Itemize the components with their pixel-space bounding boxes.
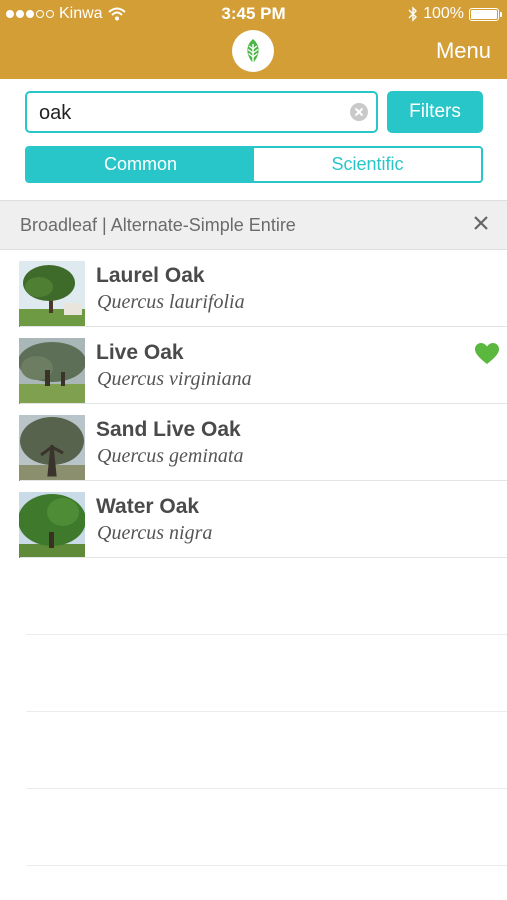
tree-thumbnail <box>19 415 85 481</box>
tree-thumbnail <box>19 338 85 404</box>
clear-search-icon[interactable] <box>350 103 368 121</box>
scientific-names-tab[interactable]: Scientific <box>254 148 481 181</box>
common-name: Live Oak <box>96 341 184 364</box>
close-icon[interactable] <box>471 213 491 233</box>
list-item[interactable]: Sand Live Oak Quercus geminata <box>0 404 507 481</box>
list-item[interactable]: Water Oak Quercus nigra <box>0 481 507 558</box>
scientific-name: Quercus laurifolia <box>97 291 245 313</box>
menu-button[interactable]: Menu <box>436 38 491 64</box>
tree-thumbnail <box>19 261 85 327</box>
bluetooth-icon <box>408 6 418 22</box>
common-names-tab[interactable]: Common <box>27 148 254 181</box>
app-header: Kinwa 3:45 PM 100% Menu <box>0 0 507 79</box>
name-type-toggle: Common Scientific <box>25 146 483 183</box>
common-name: Water Oak <box>96 495 200 518</box>
list-item[interactable]: Live Oak Quercus virginiana <box>0 327 507 404</box>
battery-percent: 100% <box>423 5 464 22</box>
leaf-icon[interactable] <box>232 30 274 72</box>
search-input[interactable] <box>37 93 341 133</box>
empty-row-divider <box>26 634 507 635</box>
active-filter-bar: Broadleaf | Alternate-Simple Entire <box>0 200 507 250</box>
list-item[interactable]: Laurel Oak Quercus laurifolia <box>0 250 507 327</box>
empty-row-divider <box>26 865 507 866</box>
empty-row-divider <box>26 711 507 712</box>
search-box[interactable] <box>25 91 378 133</box>
common-name: Sand Live Oak <box>96 418 241 441</box>
active-filter-label: Broadleaf | Alternate-Simple Entire <box>20 215 296 235</box>
search-area: Filters Common Scientific <box>0 79 507 200</box>
filters-button[interactable]: Filters <box>387 91 483 133</box>
scientific-name: Quercus nigra <box>97 522 213 544</box>
scientific-name: Quercus virginiana <box>97 368 252 390</box>
empty-row-divider <box>26 788 507 789</box>
scientific-name: Quercus geminata <box>97 445 244 467</box>
tree-thumbnail <box>19 492 85 558</box>
favorite-heart-icon[interactable] <box>475 343 499 365</box>
status-bar: Kinwa 3:45 PM 100% <box>0 0 507 28</box>
battery-icon <box>469 7 502 21</box>
common-name: Laurel Oak <box>96 264 205 287</box>
